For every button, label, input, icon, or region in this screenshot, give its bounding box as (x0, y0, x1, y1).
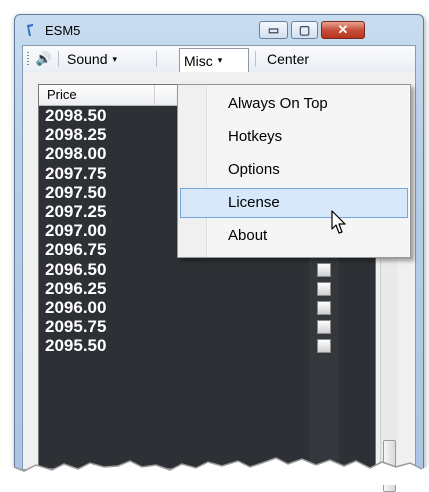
price-cell: 2097.75 (45, 163, 107, 183)
toolbar-separator (255, 51, 256, 67)
price-cell: 2098.50 (45, 106, 107, 125)
row-checkbox[interactable] (317, 281, 331, 296)
maximize-icon: ▢ (298, 23, 311, 37)
price-cell: 2097.50 (45, 182, 107, 202)
price-cell: 2096.25 (45, 278, 107, 298)
close-button[interactable]: ✕ (321, 21, 365, 39)
menu-item-hotkeys[interactable]: Hotkeys (180, 122, 408, 152)
price-cell: 2098.25 (45, 125, 107, 145)
table-row[interactable]: 2096.25 (39, 279, 375, 298)
minimize-button[interactable]: ▭ (259, 21, 288, 39)
center-button[interactable]: Center (263, 49, 321, 69)
torn-edge (0, 457, 429, 485)
toolbar-separator (58, 51, 59, 67)
column-header-price[interactable]: Price (39, 85, 155, 105)
misc-menu-button[interactable]: Misc ▾ (179, 48, 249, 72)
row-checkbox[interactable] (317, 262, 331, 277)
price-cell: 2098.00 (45, 144, 107, 164)
price-cell: 2095.50 (45, 336, 107, 356)
menu-item-about[interactable]: About (180, 221, 408, 251)
table-row[interactable]: 2095.50 (39, 336, 375, 355)
price-cell: 2096.50 (45, 259, 107, 279)
price-cell: 2096.75 (45, 240, 107, 260)
table-row[interactable]: 2095.75 (39, 317, 375, 336)
maximize-button[interactable]: ▢ (291, 21, 318, 39)
speaker-icon: 🔊 (35, 51, 53, 66)
toolbar-separator (156, 51, 157, 67)
row-checkbox[interactable] (317, 320, 331, 335)
window-title: ESM5 (45, 23, 81, 38)
price-cell: 2095.75 (45, 317, 107, 337)
chevron-down-icon: ▾ (217, 55, 223, 65)
toolbar: 🔊 Sound ▾ Misc ▾ Center (23, 46, 415, 72)
title-bar[interactable]: ESM5 ▭ ▢ ✕ (15, 15, 423, 45)
speaker-button[interactable]: 🔊 (33, 49, 55, 69)
mouse-cursor-icon (331, 210, 346, 234)
misc-dropdown-menu: Always On Top Hotkeys Options License About (177, 84, 411, 258)
chevron-down-icon: ▾ (112, 53, 118, 64)
close-icon: ✕ (337, 22, 349, 37)
toolbar-grip[interactable] (27, 52, 29, 66)
price-cell: 2097.00 (45, 221, 107, 241)
table-row[interactable]: 2096.00 (39, 298, 375, 317)
sound-menu-button[interactable]: Sound ▾ (63, 49, 151, 69)
center-label: Center (267, 51, 310, 67)
price-cell: 2096.00 (45, 297, 107, 317)
menu-item-options[interactable]: Options (180, 155, 408, 185)
row-checkbox[interactable] (317, 300, 331, 315)
price-cell: 2097.25 (45, 201, 107, 221)
misc-label: Misc (184, 52, 213, 69)
table-row[interactable]: 2096.50 (39, 260, 375, 279)
sound-label: Sound (67, 51, 108, 67)
minimize-icon: ▭ (267, 23, 280, 37)
row-checkbox[interactable] (317, 339, 331, 354)
app-icon (27, 24, 33, 36)
menu-item-license[interactable]: License (180, 188, 408, 218)
menu-item-always-on-top[interactable]: Always On Top (180, 89, 408, 119)
